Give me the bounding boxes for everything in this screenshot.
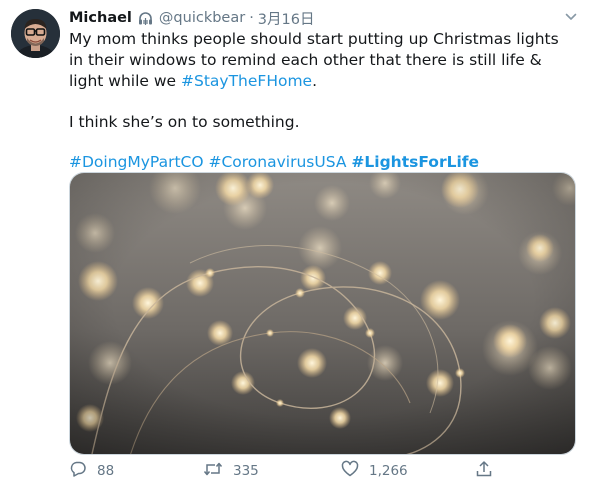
hashtag-coronavirus-usa[interactable]: #CoronavirusUSA — [208, 153, 346, 171]
hashtag-lights-for-life[interactable]: #LightsForLife — [351, 153, 479, 171]
share-upload-icon — [475, 460, 493, 482]
headphones-badge-icon — [137, 10, 154, 27]
tweet-paragraph-2: I think she’s on to something. — [69, 113, 300, 131]
tweet-text-period: . — [312, 72, 318, 90]
heart-icon — [341, 460, 359, 482]
reply-button[interactable]: 88 — [69, 460, 114, 482]
separator-dot: · — [249, 10, 254, 26]
like-count: 1,266 — [369, 463, 408, 479]
user-handle[interactable]: @quickbear — [159, 10, 245, 26]
display-name[interactable]: Michael — [69, 10, 132, 26]
reply-count: 88 — [97, 463, 115, 479]
hashtag-stay-home[interactable]: #StayTheFHome — [181, 72, 312, 90]
retweet-count: 335 — [233, 463, 259, 479]
like-button[interactable]: 1,266 — [341, 460, 408, 482]
tweet-date[interactable]: 3月16日 — [258, 8, 315, 29]
hashtag-doing-my-part[interactable]: #DoingMyPartCO — [69, 153, 204, 171]
share-button[interactable] — [475, 460, 493, 482]
tweet-text: My mom thinks people should start puttin… — [69, 29, 575, 173]
avatar[interactable] — [11, 9, 60, 58]
tweet-paragraph-1: My mom thinks people should start puttin… — [69, 29, 575, 92]
tweet-media-image[interactable] — [69, 172, 576, 455]
tweet-hashtags: #DoingMyPartCO #CoronavirusUSA #LightsFo… — [69, 152, 575, 173]
retweet-arrows-icon — [203, 460, 223, 482]
tweet-header: Michael @quickbear · 3月16日 — [69, 8, 314, 28]
tweet-actions: 88 335 1,266 — [69, 460, 549, 482]
speech-bubble-icon — [69, 460, 87, 482]
chevron-down-icon[interactable] — [560, 6, 582, 28]
retweet-button[interactable]: 335 — [203, 460, 259, 482]
